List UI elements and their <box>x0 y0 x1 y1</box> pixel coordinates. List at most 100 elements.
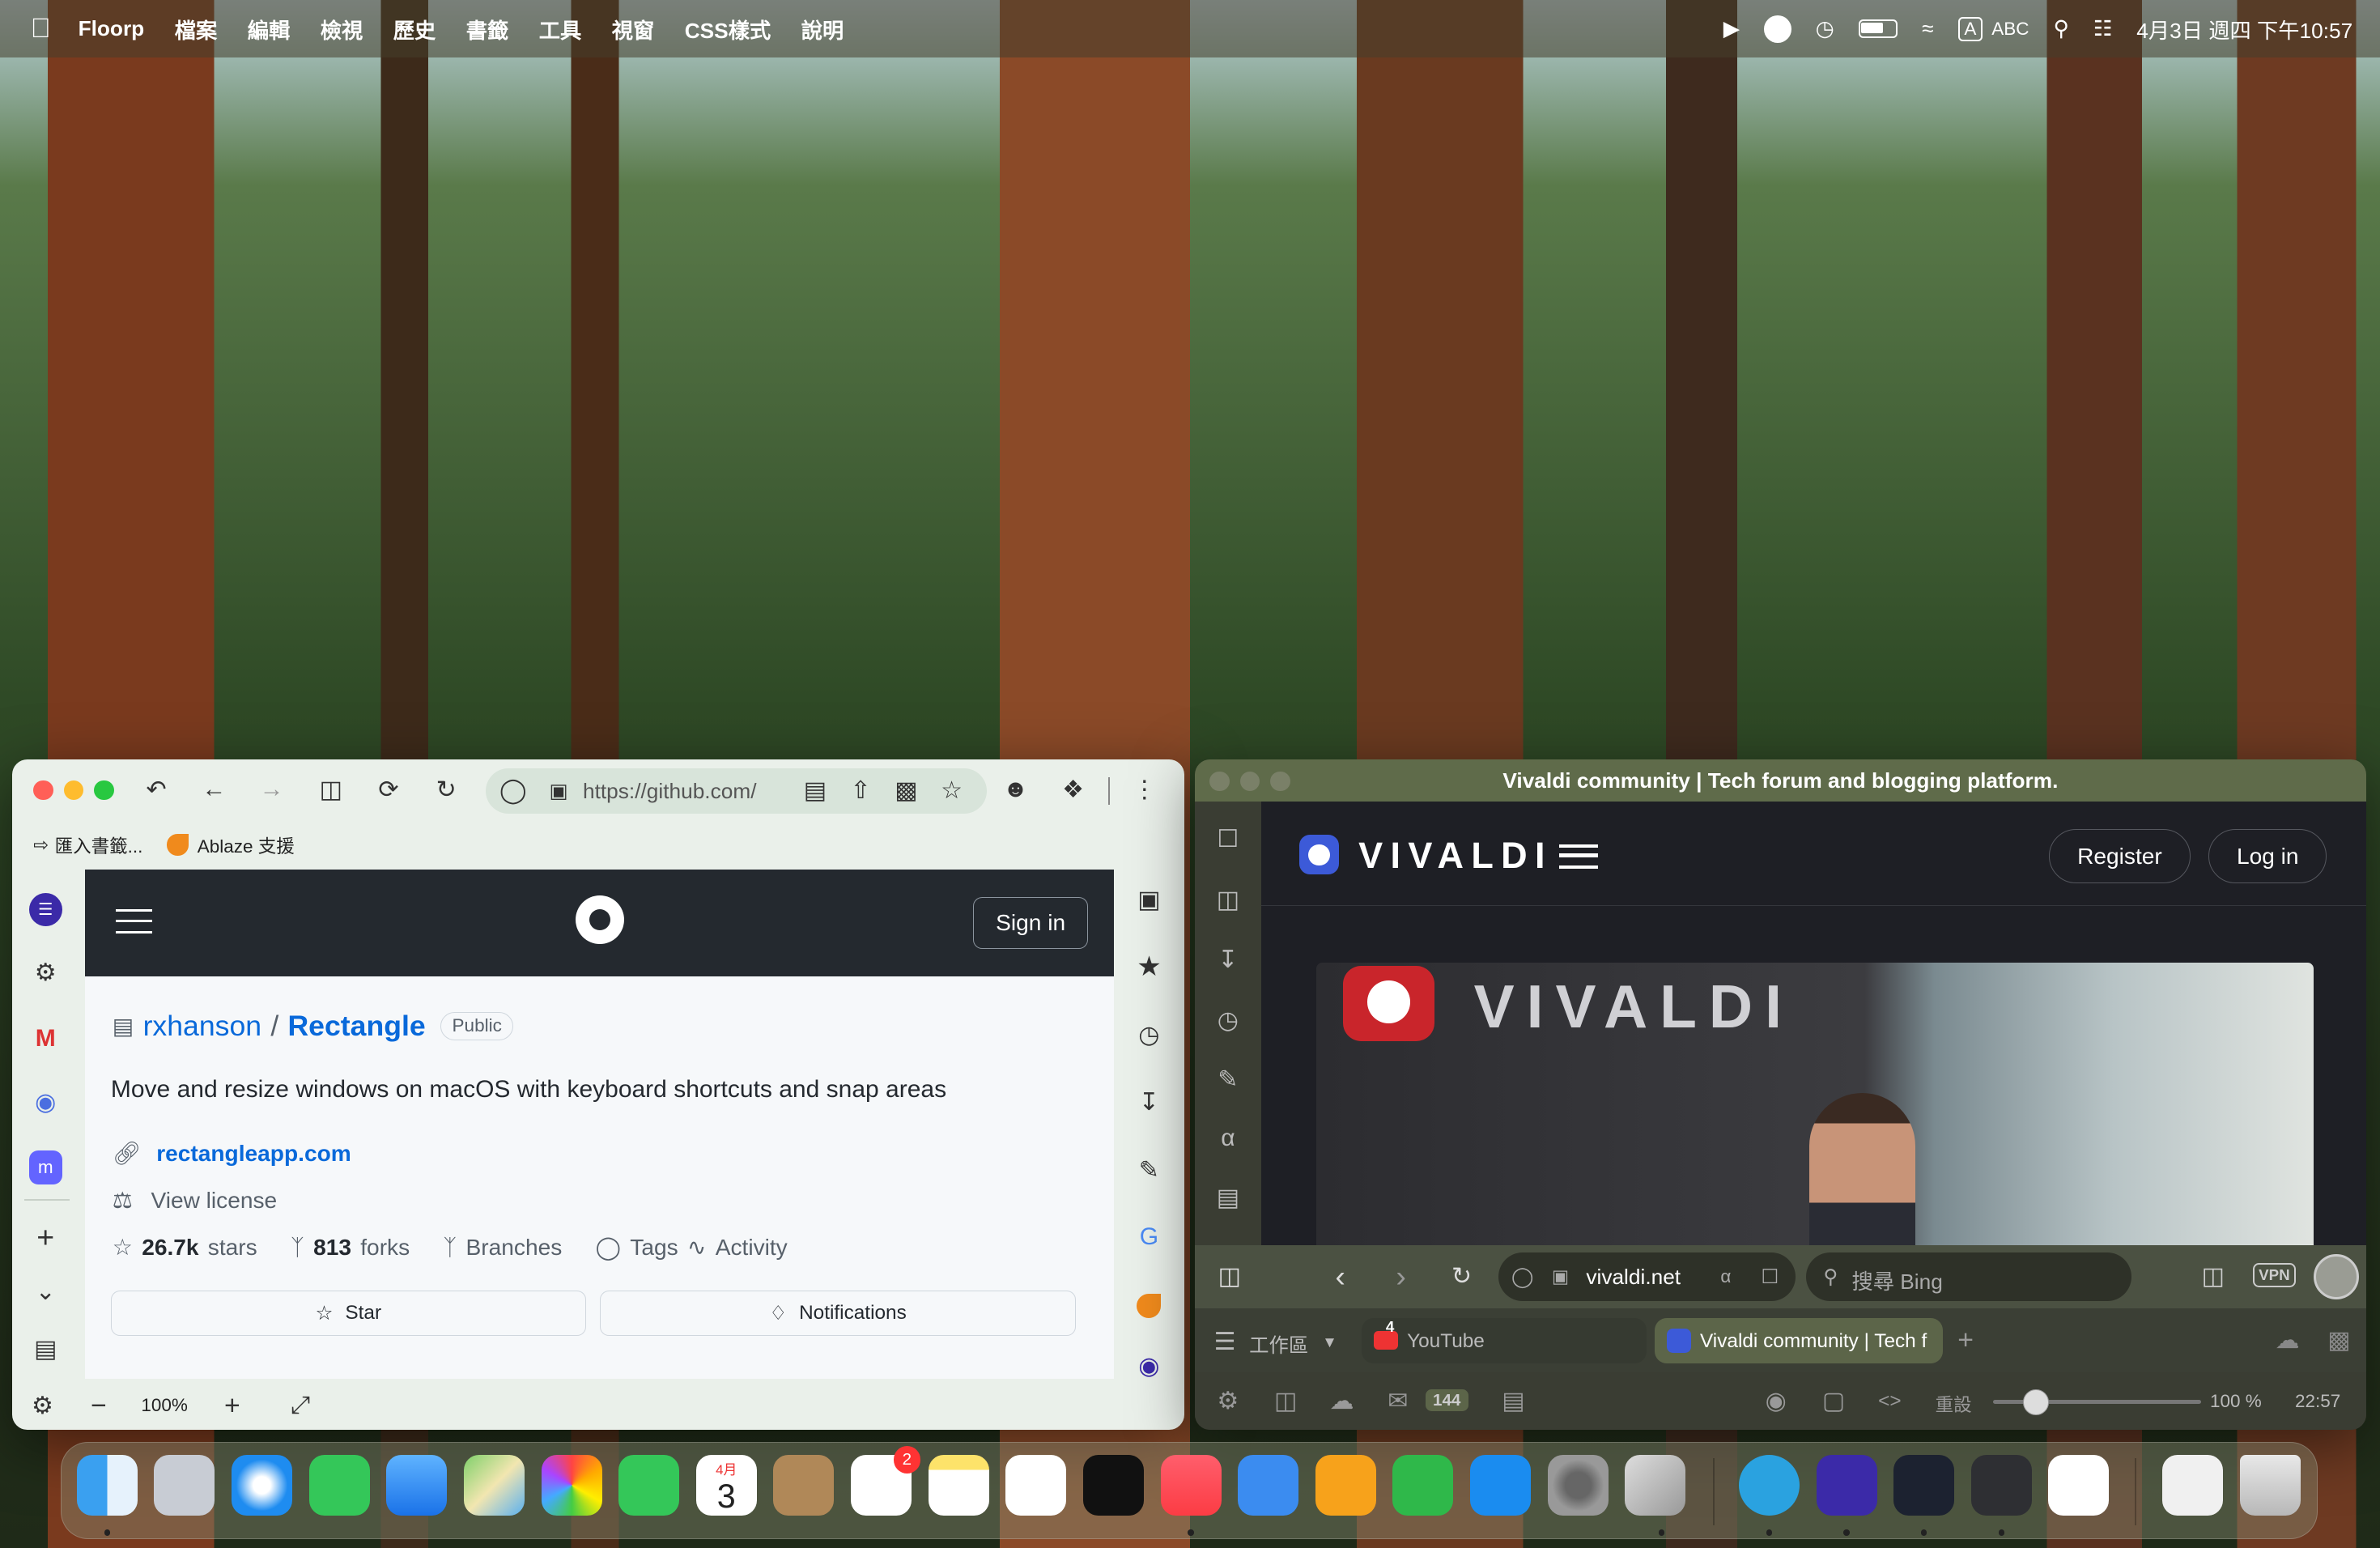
login-button[interactable]: Log in <box>2208 828 2327 884</box>
menu-window[interactable]: 視窗 <box>612 14 655 45</box>
close-button[interactable] <box>33 780 53 801</box>
add-panel-icon[interactable]: + <box>29 1220 62 1254</box>
vivaldi-hamburger-icon[interactable] <box>1558 844 1599 869</box>
ablaze-sidebar-icon[interactable] <box>1133 1289 1166 1322</box>
iphone-mirroring-icon[interactable] <box>1625 1455 1686 1516</box>
notes-app-icon[interactable] <box>928 1455 989 1516</box>
add-bookmark-icon[interactable]: ☐ <box>1759 1261 1780 1292</box>
mastodon-icon[interactable]: m <box>28 1150 62 1184</box>
website-link[interactable]: rectangleapp.com <box>156 1141 351 1167</box>
freeform-icon[interactable] <box>1005 1455 1067 1516</box>
note-pen-icon[interactable]: ✎ <box>1133 1154 1166 1187</box>
trash-dock-icon[interactable] <box>2239 1455 2301 1516</box>
app-store-icon[interactable] <box>1470 1455 1531 1516</box>
tab-vivaldi-community[interactable]: Vivaldi community | Tech f <box>1654 1317 1943 1363</box>
menu-view[interactable]: 檢視 <box>321 14 363 45</box>
vivaldi-clock[interactable]: 22:57 <box>2295 1391 2340 1412</box>
back-icon[interactable]: ← <box>198 772 231 808</box>
bookmarks-star-icon[interactable]: ★ <box>1133 950 1166 984</box>
history-panel-icon[interactable]: ◷ <box>1211 1003 1244 1036</box>
battery-icon[interactable] <box>1858 19 1898 38</box>
sync-icon[interactable]: ⟳ <box>372 772 405 808</box>
telegram-icon[interactable] <box>1738 1455 1800 1516</box>
vivaldi-brand[interactable]: VIVALDI <box>1358 835 1553 877</box>
vivaldi-logo-icon[interactable] <box>1299 835 1339 874</box>
vivaldi-zoom-button[interactable] <box>1270 771 1290 791</box>
notifications-button[interactable]: ♢ Notifications <box>599 1290 1077 1336</box>
tags-link[interactable]: Tags <box>630 1235 678 1261</box>
forward-icon[interactable]: → <box>255 772 288 808</box>
reader-icon[interactable]: ▤ <box>801 774 829 807</box>
reading-list-icon[interactable]: ◫ <box>1211 883 1244 916</box>
sync-cloud-icon[interactable]: ☁ <box>2269 1325 2306 1356</box>
zoom-in-button[interactable]: + <box>219 1390 246 1422</box>
download-icon[interactable]: ↧ <box>1133 1086 1166 1119</box>
wifi-icon[interactable]: ≈ <box>1922 16 1933 41</box>
vivaldi-close-button[interactable] <box>1209 771 1230 791</box>
fullscreen-icon[interactable]: ⤢ <box>286 1391 317 1422</box>
workspaces-icon[interactable]: ☰ <box>1209 1327 1240 1358</box>
apple-icon[interactable]:  <box>31 13 51 45</box>
workspace-label[interactable]: 工作區 <box>1249 1330 1308 1359</box>
star-button[interactable]: ☆ Star <box>110 1290 586 1336</box>
notes-panel-icon[interactable]: ✎ <box>1211 1063 1244 1096</box>
maps-icon[interactable] <box>463 1455 525 1516</box>
extensions-icon[interactable]: ❖ <box>1056 772 1090 808</box>
time-machine-icon[interactable]: ◷ <box>1816 16 1834 41</box>
pages-icon[interactable] <box>1315 1455 1376 1516</box>
screenshot-icon[interactable]: ⚙ <box>28 1391 58 1422</box>
vivaldi-dock-icon[interactable] <box>1970 1455 2032 1516</box>
new-tab-icon[interactable]: + <box>1950 1325 1981 1356</box>
license-link[interactable]: View license <box>151 1188 277 1214</box>
tab-youtube[interactable]: 4 YouTube <box>1361 1317 1647 1363</box>
undo-icon[interactable]: ↶ <box>140 772 173 808</box>
vpn-badge[interactable]: VPN <box>2252 1263 2297 1287</box>
trash-icon[interactable]: ▩ <box>2324 1325 2355 1356</box>
zoom-reset-label[interactable]: 重設 <box>1936 1391 1972 1417</box>
vault-icon[interactable]: ◉ <box>29 1086 62 1119</box>
repo-owner-link[interactable]: rxhanson <box>143 1010 262 1043</box>
shield-icon[interactable]: ◯ <box>498 774 529 807</box>
archive-icon[interactable]: ▤ <box>29 1333 62 1366</box>
vivaldi-back-icon[interactable]: ‹ <box>1325 1259 1356 1293</box>
bookmark-star-icon[interactable]: ☆ <box>938 774 966 807</box>
apple-tv-icon[interactable] <box>1082 1455 1144 1516</box>
menu-tools[interactable]: 工具 <box>539 14 582 45</box>
repo-name-link[interactable]: Rectangle <box>287 1010 425 1043</box>
forks-count[interactable]: 813 <box>313 1235 351 1261</box>
sign-in-button[interactable]: Sign in <box>972 897 1089 949</box>
calendar-app-icon[interactable]: 4月 3 <box>695 1455 757 1516</box>
input-source[interactable]: A ABC <box>1957 16 2029 41</box>
bookmark-import[interactable]: ⇨ 匯入書籤... <box>33 832 142 858</box>
clock[interactable]: 4月3日 週四 下午10:57 <box>2136 14 2352 45</box>
downloads-panel-icon[interactable]: ↧ <box>1211 942 1244 976</box>
install-icon[interactable]: ▩ <box>893 774 920 807</box>
window-panel-icon[interactable]: ◫ <box>1270 1386 1301 1417</box>
workspace-dropdown-icon[interactable]: ▼ <box>1319 1327 1340 1358</box>
gmail-icon[interactable]: M <box>29 1022 62 1055</box>
reload-icon[interactable]: ↻ <box>430 772 463 808</box>
play-icon[interactable]: ▶ <box>1723 16 1740 41</box>
settings-gear-icon[interactable]: ⚙ <box>29 956 62 989</box>
branches-link[interactable]: Branches <box>466 1235 563 1261</box>
menu-history[interactable]: 歷史 <box>393 14 436 45</box>
zoom-button[interactable] <box>94 780 114 801</box>
gift-icon[interactable]: ◫ <box>2195 1260 2231 1293</box>
mail-app-icon[interactable] <box>386 1455 448 1516</box>
menu-dots-icon[interactable]: ⋮ <box>1129 772 1160 808</box>
launchpad-icon[interactable] <box>154 1455 215 1516</box>
music-icon[interactable] <box>1160 1455 1222 1516</box>
facetime-icon[interactable] <box>618 1455 680 1516</box>
zoom-level[interactable]: 100% <box>141 1395 188 1416</box>
menu-app-name[interactable]: Floorp <box>79 16 145 41</box>
status-sync-icon[interactable]: ☁ <box>1325 1386 1358 1417</box>
vivaldi-minimize-button[interactable] <box>1239 771 1260 791</box>
numbers-icon[interactable] <box>1392 1455 1454 1516</box>
menu-file[interactable]: 檔案 <box>175 14 218 45</box>
stars-count[interactable]: 26.7k <box>142 1235 198 1261</box>
floorp-dock-icon[interactable] <box>1816 1455 1877 1516</box>
translate-panel-icon[interactable]: α <box>1211 1122 1244 1155</box>
site-shield-icon[interactable]: ◯ <box>1511 1261 1535 1292</box>
vivaldi-forward-icon[interactable]: › <box>1386 1259 1417 1293</box>
bookmark-ablaze[interactable]: Ablaze 支援 <box>167 832 295 858</box>
